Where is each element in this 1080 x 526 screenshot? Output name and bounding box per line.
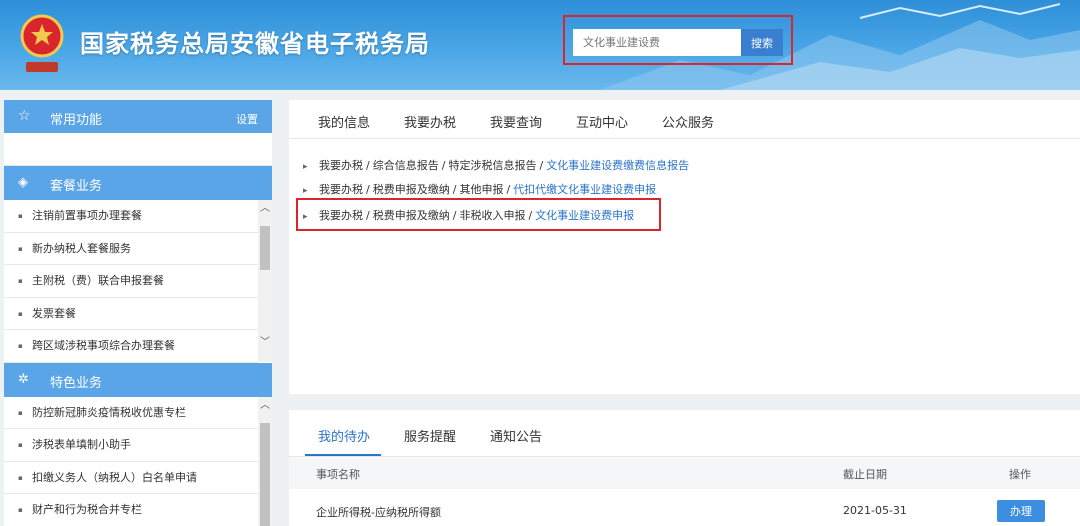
feature-group-header[interactable]: ✲ 特色业务 — [4, 362, 272, 397]
tab-my-todo[interactable]: 我的待办 — [318, 426, 370, 445]
common-functions-body — [4, 133, 272, 166]
feature-group-title: 特色业务 — [50, 375, 103, 391]
list-item[interactable]: 发票套餐 — [4, 298, 258, 330]
process-button[interactable]: 办理 — [997, 500, 1045, 522]
list-item[interactable]: 新办纳税人套餐服务 — [4, 233, 258, 265]
search-result-path[interactable]: 我要办税/税费申报及缴纳/其他申报/代扣代缴文化事业建设费申报 — [303, 181, 656, 197]
common-functions-title: 常用功能 — [50, 113, 103, 128]
package-scrollbar[interactable]: ︿ ﹀ — [258, 200, 272, 362]
chevron-up-icon[interactable]: ︿ — [258, 202, 272, 216]
column-header-name: 事项名称 — [316, 468, 360, 481]
national-emblem-icon — [20, 14, 64, 72]
column-header-action: 操作 — [1009, 468, 1031, 481]
package-list: 注销前置事项办理套餐 新办纳税人套餐服务 主附税（费）联合申报套餐 发票套餐 跨… — [4, 200, 272, 363]
package-icon: ◈ — [18, 175, 28, 190]
scrollbar-thumb[interactable] — [260, 422, 270, 526]
result-highlight-box — [296, 198, 661, 231]
list-item[interactable]: 财产和行为税合并专栏 — [4, 494, 258, 526]
feature-list: 防控新冠肺炎疫情税收优惠专栏 涉税表单填制小助手 扣缴义务人（纳税人）白名单申请… — [4, 396, 272, 526]
search-result-path[interactable]: 我要办税/综合信息报告/特定涉税信息报告/文化事业建设费缴费信息报告 — [303, 157, 689, 173]
tab-tax-handling[interactable]: 我要办税 — [404, 112, 456, 131]
path-segment: 特定涉税信息报告 — [448, 159, 537, 172]
main-tabs: 我的信息 我要办税 我要查询 互动中心 公众服务 — [289, 100, 1080, 139]
main-panel: 我的信息 我要办税 我要查询 互动中心 公众服务 我要办税/综合信息报告/特定涉… — [289, 100, 1080, 394]
star-icon: ☆ — [18, 108, 31, 124]
chevron-up-icon[interactable]: ︿ — [258, 399, 272, 413]
tab-query[interactable]: 我要查询 — [490, 112, 542, 131]
list-item[interactable]: 涉税表单填制小助手 — [4, 429, 258, 462]
result-link[interactable]: 文化事业建设费缴费信息报告 — [546, 159, 689, 172]
list-item[interactable]: 主附税（费）联合申报套餐 — [4, 265, 258, 298]
search-button[interactable]: 搜索 — [741, 29, 783, 56]
package-group-header[interactable]: ◈ 套餐业务 — [4, 166, 272, 200]
tab-service-reminder[interactable]: 服务提醒 — [404, 426, 456, 445]
search-highlight-box: 搜索 — [563, 15, 793, 65]
table-header: 事项名称 截止日期 操作 — [289, 457, 1080, 489]
todo-name: 企业所得税-应纳税所得额 — [316, 506, 441, 519]
package-group-title: 套餐业务 — [50, 179, 103, 194]
settings-link[interactable]: 设置 — [236, 111, 258, 127]
column-header-deadline: 截止日期 — [843, 468, 887, 481]
tab-notice[interactable]: 通知公告 — [490, 426, 542, 445]
scrollbar-thumb[interactable] — [260, 226, 270, 270]
list-item[interactable]: 扣缴义务人（纳税人）白名单申请 — [4, 462, 258, 494]
chevron-down-icon[interactable]: ﹀ — [258, 336, 272, 350]
tab-public-service[interactable]: 公众服务 — [662, 112, 714, 131]
todo-deadline: 2021-05-31 — [843, 504, 907, 517]
path-segment: 综合信息报告 — [372, 159, 439, 172]
feature-icon: ✲ — [18, 371, 29, 387]
feature-scrollbar[interactable]: ︿ — [258, 396, 272, 526]
table-row: 企业所得税-应纳税所得额 2021-05-31 办理 — [289, 498, 1080, 526]
result-link[interactable]: 代扣代缴文化事业建设费申报 — [513, 183, 656, 196]
path-segment: 其他申报 — [459, 183, 504, 196]
sidebar: ☆ 常用功能 设置 ◈ 套餐业务 注销前置事项办理套餐 新办纳税人套餐服务 主附… — [4, 100, 272, 526]
path-segment: 我要办税 — [319, 183, 364, 196]
tab-my-info[interactable]: 我的信息 — [318, 112, 370, 131]
search-input[interactable] — [573, 29, 741, 56]
tab-interaction[interactable]: 互动中心 — [576, 112, 628, 131]
path-segment: 我要办税 — [319, 159, 364, 172]
list-item[interactable]: 跨区域涉税事项综合办理套餐 — [4, 330, 258, 363]
site-header: 国家税务总局安徽省电子税务局 搜索 — [0, 0, 1080, 90]
list-item[interactable]: 注销前置事项办理套餐 — [4, 200, 258, 233]
site-title: 国家税务总局安徽省电子税务局 — [80, 30, 430, 58]
path-segment: 税费申报及缴纳 — [372, 183, 450, 196]
list-item[interactable]: 防控新冠肺炎疫情税收优惠专栏 — [4, 397, 258, 429]
common-functions-header[interactable]: ☆ 常用功能 设置 — [4, 100, 272, 133]
todo-panel: 我的待办 服务提醒 通知公告 事项名称 截止日期 操作 企业所得税-应纳税所得额… — [289, 410, 1080, 526]
